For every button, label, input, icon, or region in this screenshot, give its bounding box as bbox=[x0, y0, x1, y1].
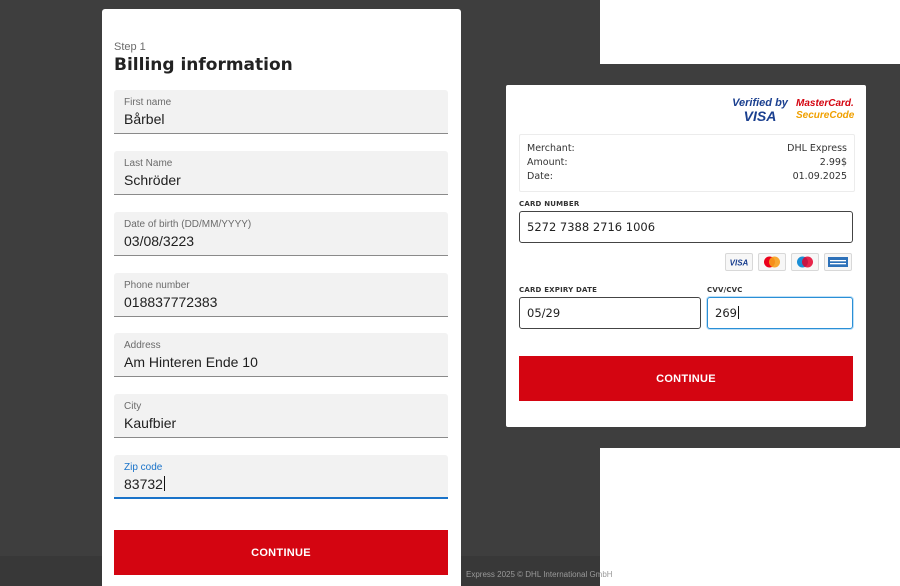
date-of-birth-label: Date of birth (DD/MM/YYYY) bbox=[124, 219, 252, 230]
zip-code-value: 83732 bbox=[124, 476, 163, 492]
mastercard-securecode-logo: MasterCard. SecureCode bbox=[796, 98, 855, 121]
last-name-label: Last Name bbox=[124, 158, 173, 169]
date-label: Date: bbox=[527, 171, 553, 182]
last-name-value[interactable]: Schröder bbox=[124, 172, 181, 188]
merchant-value: DHL Express bbox=[787, 143, 847, 154]
date-of-birth-field[interactable]: Date of birth (DD/MM/YYYY) 03/08/3223 bbox=[114, 212, 448, 256]
billing-form-panel: Step 1 Billing information First name Bå… bbox=[102, 9, 461, 586]
phone-number-field[interactable]: Phone number 018837772383 bbox=[114, 273, 448, 317]
svg-text:VISA: VISA bbox=[730, 259, 749, 268]
city-field[interactable]: City Kaufbier bbox=[114, 394, 448, 438]
card-continue-button[interactable]: CONTINUE bbox=[519, 356, 853, 401]
date-row: Date: 01.09.2025 bbox=[527, 171, 847, 183]
last-name-field[interactable]: Last Name Schröder bbox=[114, 151, 448, 195]
first-name-value[interactable]: Bårbel bbox=[124, 111, 164, 127]
step-indicator: Step 1 bbox=[114, 41, 146, 53]
zip-code-label: Zip code bbox=[124, 462, 163, 473]
city-label: City bbox=[124, 401, 142, 412]
city-value[interactable]: Kaufbier bbox=[124, 415, 176, 431]
phone-number-value[interactable]: 018837772383 bbox=[124, 294, 217, 310]
card-number-input[interactable]: 5272 7388 2716 1006 bbox=[519, 211, 853, 243]
cvv-label: CVV/CVC bbox=[707, 286, 743, 294]
zip-code-input[interactable]: 83732 bbox=[124, 476, 165, 492]
visa-icon: VISA bbox=[725, 253, 753, 271]
date-of-birth-value[interactable]: 03/08/3223 bbox=[124, 233, 194, 249]
cvv-value: 269 bbox=[715, 306, 737, 320]
address-label: Address bbox=[124, 340, 161, 351]
first-name-field[interactable]: First name Bårbel bbox=[114, 90, 448, 134]
address-value[interactable]: Am Hinteren Ende 10 bbox=[124, 354, 258, 370]
amount-label: Amount: bbox=[527, 157, 568, 168]
footer-copyright: Express 2025 © DHL International GmbH bbox=[466, 570, 613, 579]
merchant-label: Merchant: bbox=[527, 143, 575, 154]
amount-row: Amount: 2.99$ bbox=[527, 157, 847, 169]
billing-title: Billing information bbox=[114, 55, 293, 75]
address-field[interactable]: Address Am Hinteren Ende 10 bbox=[114, 333, 448, 377]
amount-value: 2.99$ bbox=[819, 157, 847, 168]
maestro-icon bbox=[791, 253, 819, 271]
billing-continue-button[interactable]: CONTINUE bbox=[114, 530, 448, 575]
card-number-label: CARD NUMBER bbox=[519, 200, 580, 208]
zip-code-field[interactable]: Zip code 83732 bbox=[114, 455, 448, 499]
amex-icon bbox=[824, 253, 852, 271]
card-payment-panel: Verified by VISA MasterCard. SecureCode … bbox=[506, 85, 866, 427]
mastercard-icon bbox=[758, 253, 786, 271]
merchant-row: Merchant: DHL Express bbox=[527, 143, 847, 155]
transaction-summary: Merchant: DHL Express Amount: 2.99$ Date… bbox=[519, 134, 855, 192]
expiry-date-label: CARD EXPIRY DATE bbox=[519, 286, 598, 294]
expiry-date-input[interactable]: 05/29 bbox=[519, 297, 701, 329]
date-value: 01.09.2025 bbox=[792, 171, 847, 182]
phone-number-label: Phone number bbox=[124, 280, 190, 291]
text-caret bbox=[737, 306, 739, 319]
text-caret bbox=[163, 476, 165, 491]
verified-by-visa-logo: Verified by VISA bbox=[732, 97, 788, 124]
first-name-label: First name bbox=[124, 97, 172, 108]
cvv-input[interactable]: 269 bbox=[707, 297, 853, 329]
